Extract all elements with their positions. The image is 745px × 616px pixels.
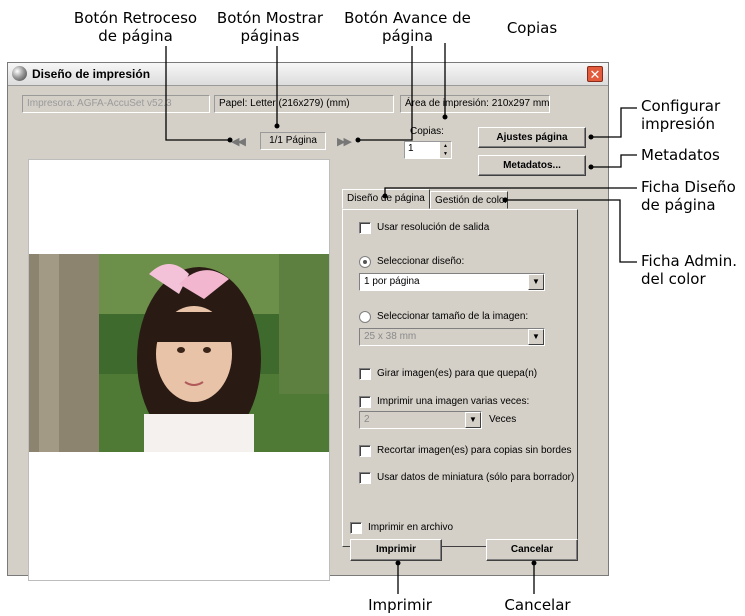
layout-tab-callout-dot <box>382 193 388 199</box>
config-callout-line <box>591 107 637 138</box>
pages-callout-dot <box>274 123 280 129</box>
print-callout-dot <box>395 560 401 566</box>
config-callout-dot <box>588 134 594 140</box>
callout-lines <box>165 43 637 594</box>
copies-callout-dot <box>442 114 448 120</box>
back-callout-line <box>165 46 230 141</box>
layout-tab-callout-line <box>384 187 637 196</box>
color-tab-callout-dot <box>502 197 508 203</box>
metadata-callout-dot <box>588 164 594 170</box>
forward-callout-line <box>358 46 413 141</box>
color-tab-callout-line <box>505 199 637 263</box>
cancel-callout-dot <box>531 560 537 566</box>
back-callout-dot <box>227 137 233 143</box>
forward-callout-dot <box>355 137 361 143</box>
metadata-callout-line <box>591 154 637 168</box>
